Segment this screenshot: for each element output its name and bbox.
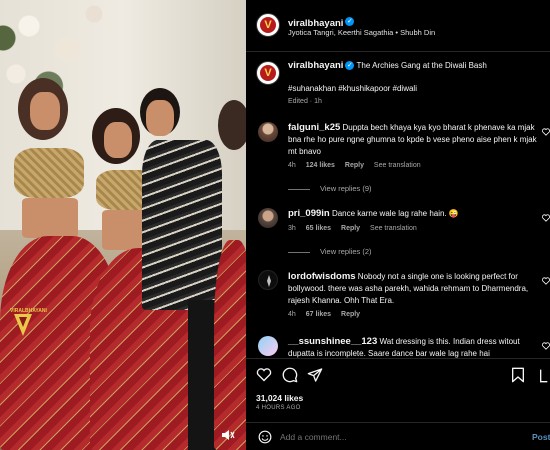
mute-icon[interactable]	[221, 429, 235, 441]
reply-button[interactable]: Reply	[345, 162, 364, 169]
share-icon[interactable]	[307, 367, 323, 383]
comment-icon[interactable]	[282, 367, 298, 383]
avatar-figure-icon	[267, 275, 271, 287]
person-3-trousers	[188, 300, 216, 450]
comment-likes[interactable]: 124 likes	[306, 162, 335, 169]
comment-like-heart-icon[interactable]	[542, 342, 550, 350]
comment-likes[interactable]: 67 likes	[306, 311, 331, 318]
bookmark-icon[interactable]	[511, 367, 525, 383]
comment-time: 4h	[288, 162, 296, 169]
post-date[interactable]: 4 HOURS AGO	[256, 405, 301, 411]
emoji-icon[interactable]	[258, 430, 272, 444]
likes-count[interactable]: 31,024 likes	[256, 393, 303, 403]
action-bar: 31,024 likes 4 HOURS AGO	[246, 358, 550, 418]
person-3-face	[146, 100, 174, 136]
add-comment-input[interactable]	[280, 429, 510, 445]
header-subtitle[interactable]: Jyotica Tangri, Keerthi Sagathia • Shubh…	[288, 28, 435, 37]
view-replies-button[interactable]: View replies (9)	[288, 184, 372, 193]
comment-body: lordofwisdoms Nobody not a single one is…	[288, 271, 538, 307]
caption-username[interactable]: viralbhayani	[288, 60, 343, 71]
comments-list[interactable]: V viralbhayani ✓ The Archies Gang at the …	[246, 52, 550, 358]
verified-icon: ✓	[345, 17, 355, 27]
view-replies-label: View replies (2)	[320, 247, 372, 256]
person-1-top	[14, 148, 84, 198]
comment-time: 3h	[288, 225, 296, 232]
post-media[interactable]: VIRALBHAYANI	[0, 0, 246, 450]
comment-avatar[interactable]	[258, 336, 278, 356]
reply-button[interactable]: Reply	[341, 225, 360, 232]
post-comment-button[interactable]: Post	[532, 432, 550, 442]
caption-hashtags[interactable]: #suhanakhan #khushikapoor #diwali	[288, 83, 417, 95]
comment-body: pri_099in Dance karne wale lag rahe hain…	[288, 208, 538, 220]
person-3-jacket	[142, 140, 222, 310]
person-1-face	[30, 92, 60, 130]
person-2-face	[104, 122, 132, 158]
caption-meta: Edited · 1h	[288, 98, 322, 105]
add-comment-bar: Post	[246, 422, 550, 450]
view-replies-label: View replies (9)	[320, 184, 372, 193]
comment-body: falguni_k25 Duppta bech khaya kya kyo bh…	[288, 122, 538, 158]
comment-username[interactable]: falguni_k25	[288, 122, 340, 133]
comment-avatar[interactable]	[258, 122, 278, 142]
comment-username[interactable]: __ssunshinee__123	[288, 336, 377, 347]
comment-avatar[interactable]	[258, 270, 278, 290]
comment-text: Dance karne wale lag rahe hain. 😜	[331, 209, 459, 218]
comment-like-heart-icon[interactable]	[542, 214, 550, 222]
person-4-hair	[218, 100, 246, 150]
comment-username[interactable]: pri_099in	[288, 208, 330, 219]
caption: viralbhayani ✓ The Archies Gang at the Di…	[288, 60, 538, 72]
comment-likes[interactable]: 65 likes	[306, 225, 331, 232]
post-header: V viralbhayani ✓ Jyotica Tangri, Keerthi …	[246, 0, 550, 52]
comment-avatar[interactable]	[258, 208, 278, 228]
comment-body: __ssunshinee__123 Wat dressing is this. …	[288, 336, 538, 358]
view-replies-line	[288, 251, 310, 253]
see-translation-button[interactable]: See translation	[370, 225, 417, 232]
view-replies-button[interactable]: View replies (2)	[288, 247, 372, 256]
caption-text: The Archies Gang at the Diwali Bash	[356, 61, 487, 70]
comment-username[interactable]: lordofwisdoms	[288, 271, 356, 282]
comment-meta: 3h 65 likes Reply See translation	[288, 225, 417, 232]
watermark-text: VIRALBHAYANI	[10, 308, 47, 314]
avatar[interactable]: V	[256, 13, 280, 37]
reply-button[interactable]: Reply	[341, 311, 360, 318]
person-4-lehenga	[214, 240, 246, 450]
person-1-waist	[22, 198, 78, 238]
verified-icon: ✓	[345, 61, 355, 71]
comment-meta: 4h 67 likes Reply	[288, 311, 360, 318]
see-translation-button[interactable]: See translation	[374, 162, 421, 169]
more-icon[interactable]	[538, 367, 550, 383]
view-replies-line	[288, 188, 310, 190]
comment-time: 4h	[288, 311, 296, 318]
heart-icon[interactable]	[256, 367, 272, 382]
post-panel: V viralbhayani ✓ Jyotica Tangri, Keerthi …	[246, 0, 550, 450]
comment-like-heart-icon[interactable]	[542, 128, 550, 136]
watermark-logo-icon	[14, 314, 32, 336]
comment-like-heart-icon[interactable]	[542, 277, 550, 285]
caption-avatar[interactable]: V	[256, 61, 280, 85]
comment-meta: 4h 124 likes Reply See translation	[288, 162, 421, 169]
